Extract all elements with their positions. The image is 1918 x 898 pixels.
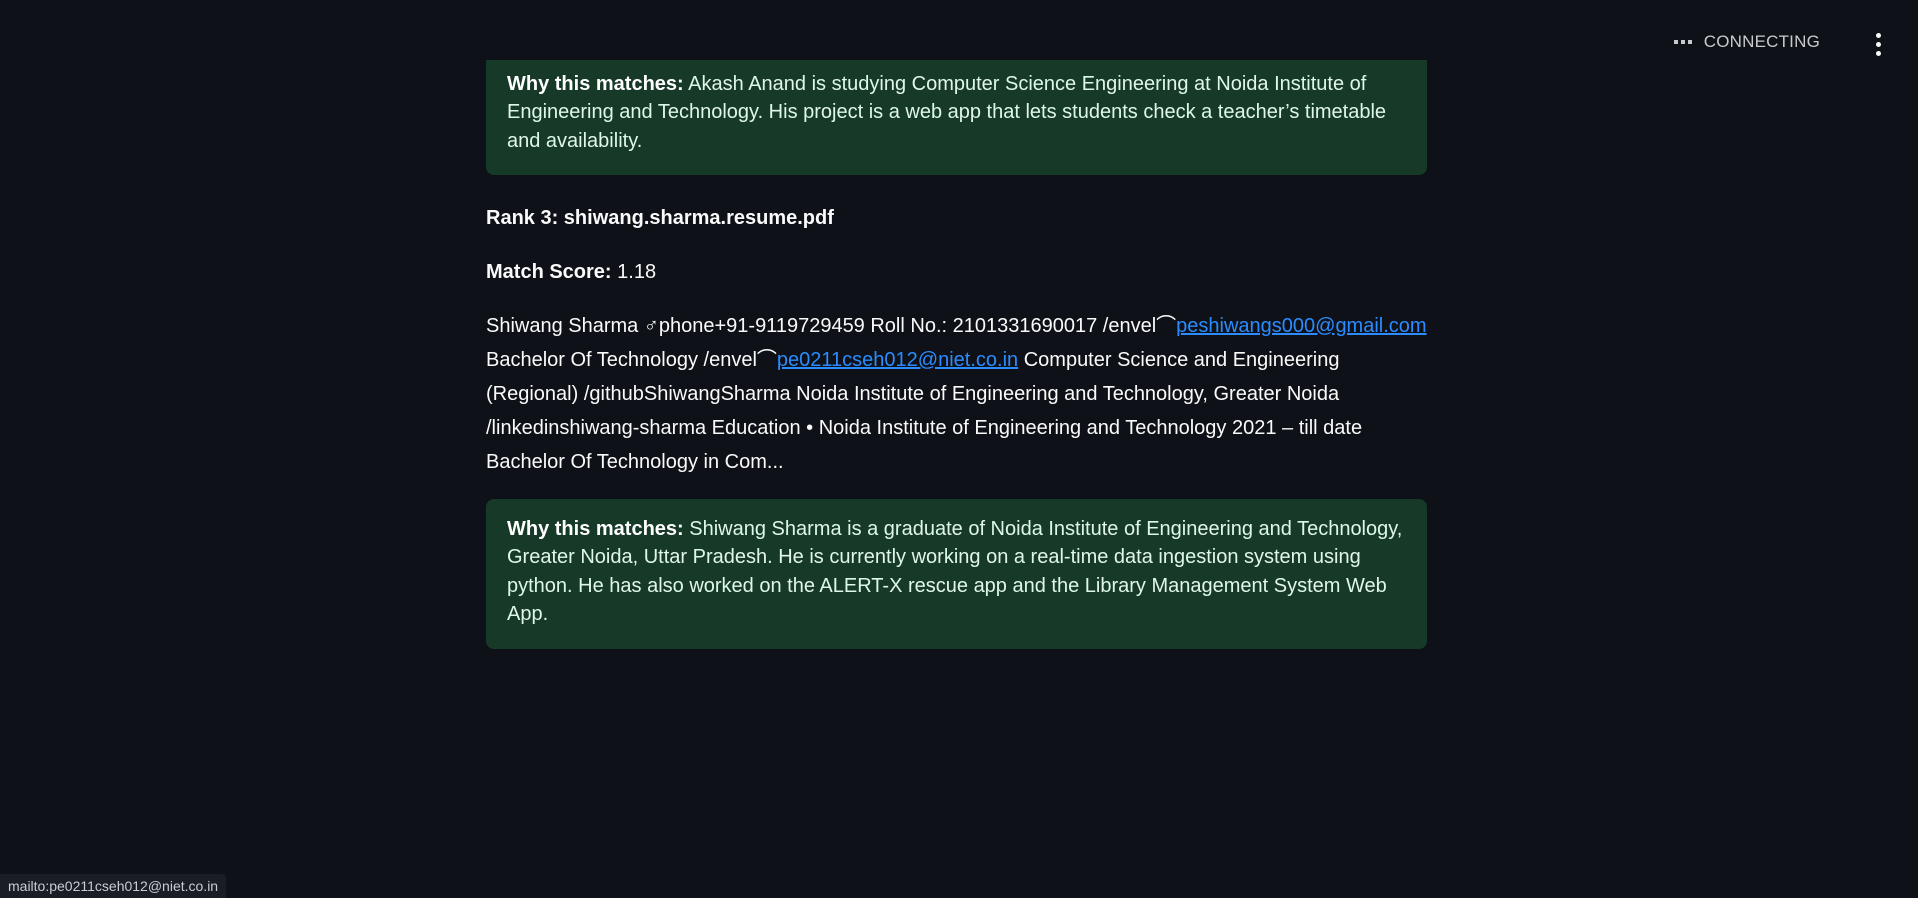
connection-status-text: CONNECTING [1703, 32, 1820, 51]
main-content: Why this matches: Akash Anand is studyin… [486, 60, 1427, 649]
email-link-1[interactable]: peshiwangs000@gmail.com [1176, 315, 1426, 337]
match-score: Match Score: 1.18 [486, 258, 1427, 286]
connection-status: CONNECTING [1673, 32, 1820, 52]
resume-text-part-2: Bachelor Of Technology /envel⌒ [486, 348, 777, 371]
resume-excerpt: Shiwang Sharma ♂phone+91-9119729459 Roll… [486, 309, 1427, 479]
resume-text-part-1: Shiwang Sharma ♂phone+91-9119729459 Roll… [486, 314, 1177, 337]
previous-match-explanation: Why this matches: Akash Anand is studyin… [486, 60, 1427, 176]
email-link-2[interactable]: pe0211cseh012@niet.co.in [777, 349, 1018, 371]
rank-3-match-explanation: Why this matches: Shiwang Sharma is a gr… [486, 498, 1427, 649]
connecting-dots-icon [1673, 36, 1692, 48]
match-score-value: 1.18 [617, 260, 657, 283]
why-label: Why this matches: [507, 517, 684, 540]
rank-3-title: Rank 3: shiwang.sharma.resume.pdf [486, 207, 834, 230]
browser-link-status: mailto:pe0211cseh012@niet.co.in [0, 874, 227, 898]
match-score-label: Match Score: [486, 260, 612, 283]
why-label: Why this matches: [507, 73, 684, 95]
main-menu-button[interactable] [1868, 30, 1888, 58]
